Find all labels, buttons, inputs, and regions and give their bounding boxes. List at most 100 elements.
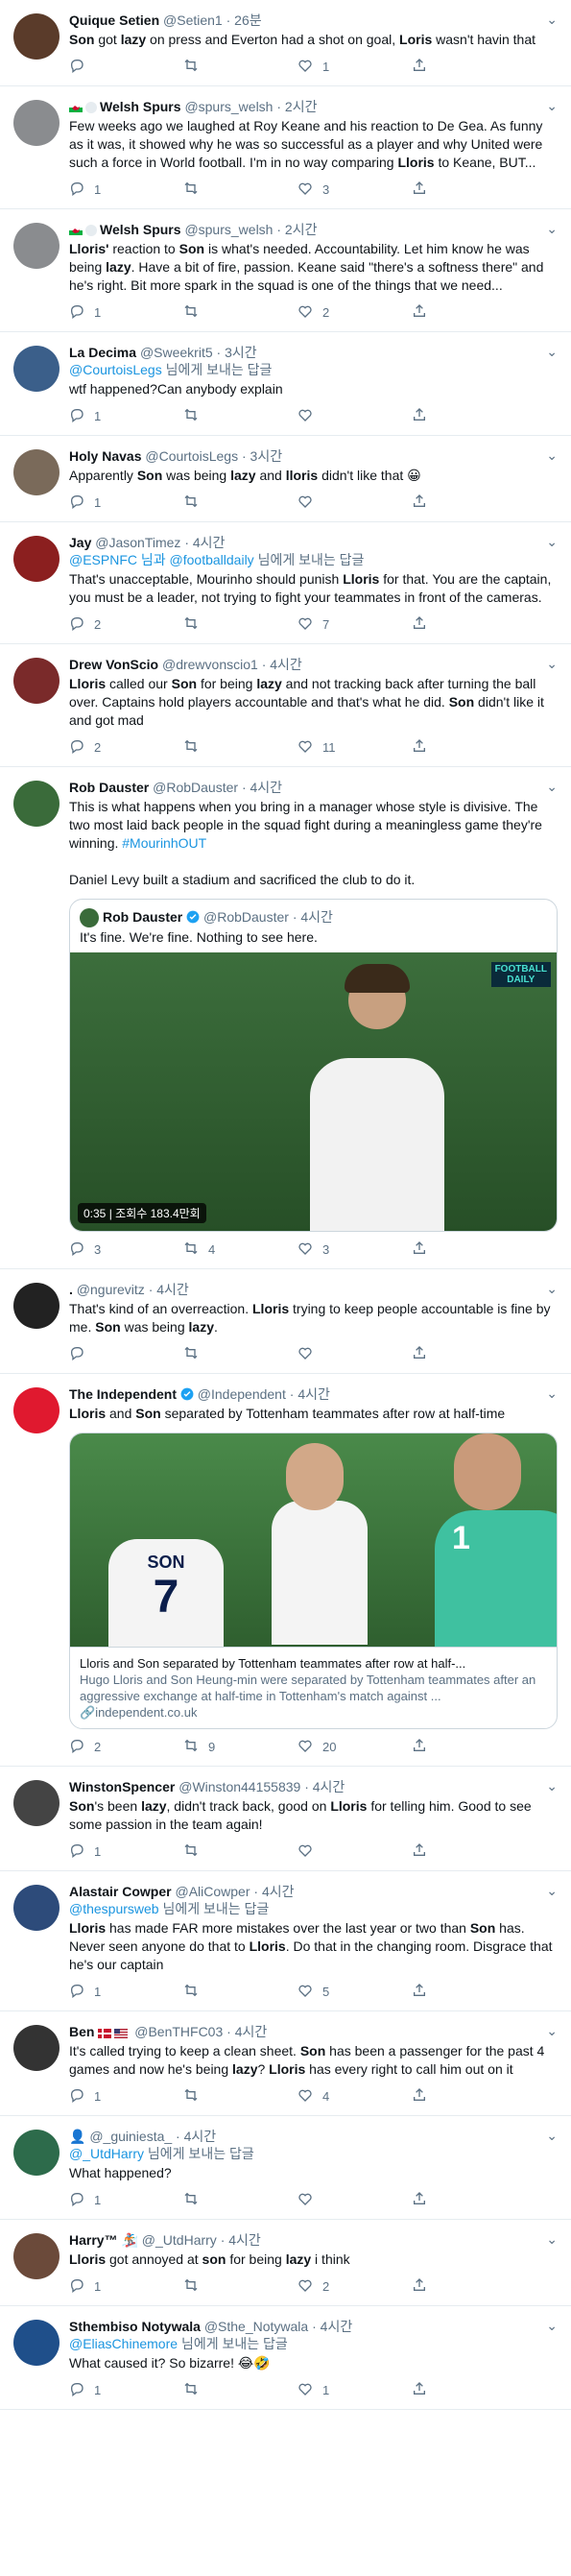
chevron-down-icon[interactable]: ⌄ — [546, 1883, 558, 1899]
user-handle[interactable]: @CourtoisLegs — [145, 448, 238, 464]
avatar[interactable] — [13, 223, 59, 269]
timestamp[interactable]: 2시간 — [285, 222, 318, 237]
retweet-button[interactable] — [183, 2381, 297, 2399]
like-button[interactable]: 7 — [297, 615, 412, 634]
avatar[interactable] — [13, 658, 59, 704]
reply-mention[interactable]: @_UtdHarry — [69, 2146, 144, 2161]
user-handle[interactable]: @Independent — [198, 1386, 286, 1402]
tweet[interactable]: ⌄ Welsh Spurs @spurs_welsh · 2시간 Few weeks… — [0, 86, 571, 209]
reply-button[interactable]: 2 — [69, 615, 183, 634]
chevron-down-icon[interactable]: ⌄ — [546, 344, 558, 360]
share-button[interactable] — [412, 1983, 526, 2001]
avatar[interactable] — [13, 2233, 59, 2280]
video-player[interactable]: FOOTBALL DAILY 0:35 | 조회수 183.4만회 — [70, 952, 557, 1232]
avatar[interactable] — [13, 536, 59, 582]
timestamp[interactable]: 4시간 — [184, 2129, 217, 2144]
tweet[interactable]: ⌄ Welsh Spurs @spurs_welsh · 2시간 Lloris' r… — [0, 209, 571, 332]
chevron-down-icon[interactable]: ⌄ — [546, 779, 558, 795]
timestamp[interactable]: 4시간 — [321, 2319, 353, 2334]
timestamp[interactable]: 3시간 — [225, 345, 257, 360]
like-button[interactable]: 3 — [297, 1240, 412, 1259]
timestamp[interactable]: 4시간 — [270, 657, 302, 672]
tweet[interactable]: ⌄ Drew VonScio @drewvonscio1 · 4시간 Lloris … — [0, 644, 571, 767]
timestamp[interactable]: 4시간 — [193, 535, 226, 550]
display-name[interactable]: La Decima — [69, 345, 136, 360]
retweet-button[interactable]: 9 — [183, 1738, 297, 1756]
avatar[interactable] — [13, 2320, 59, 2367]
like-button[interactable]: 1 — [297, 58, 412, 76]
avatar[interactable] — [13, 346, 59, 392]
retweet-button[interactable] — [183, 1983, 297, 2001]
display-name[interactable]: . — [69, 1282, 73, 1297]
display-name[interactable]: 👤 — [69, 2129, 85, 2144]
display-name[interactable]: Welsh Spurs — [100, 222, 181, 237]
user-handle[interactable]: @drewvonscio1 — [162, 657, 258, 672]
tweet[interactable]: ⌄ The Independent @Independent · 4시간 Llori… — [0, 1374, 571, 1768]
tweet[interactable]: ⌄ Ben @BenTHFC03 · 4시간 It's called trying … — [0, 2011, 571, 2117]
tweet[interactable]: ⌄ Harry™ 🏂 @_UtdHarry · 4시간 Lloris got ann… — [0, 2220, 571, 2307]
reply-button[interactable]: 1 — [69, 1842, 183, 1861]
tweet[interactable]: ⌄ 👤 @_guiniesta_ · 4시간 @_UtdHarry 님에게 보내는 … — [0, 2116, 571, 2221]
reply-button[interactable]: 1 — [69, 494, 183, 512]
share-button[interactable] — [412, 407, 526, 425]
chevron-down-icon[interactable]: ⌄ — [546, 2318, 558, 2334]
display-name[interactable]: Quique Setien — [69, 12, 159, 28]
retweet-button[interactable]: 4 — [183, 1240, 297, 1259]
user-handle[interactable]: @spurs_welsh — [184, 222, 273, 237]
user-handle[interactable]: @BenTHFC03 — [134, 2024, 223, 2039]
avatar[interactable] — [13, 13, 59, 60]
chevron-down-icon[interactable]: ⌄ — [546, 221, 558, 237]
avatar[interactable] — [13, 2025, 59, 2072]
share-button[interactable] — [412, 1240, 526, 1259]
reply-button[interactable]: 2 — [69, 738, 183, 757]
reply-button[interactable]: 1 — [69, 2381, 183, 2399]
user-handle[interactable]: @spurs_welsh — [184, 99, 273, 114]
avatar[interactable] — [13, 1283, 59, 1330]
chevron-down-icon[interactable]: ⌄ — [546, 2231, 558, 2248]
like-button[interactable] — [297, 2191, 412, 2209]
user-handle[interactable]: @AliCowper — [175, 1884, 250, 1899]
chevron-down-icon[interactable]: ⌄ — [546, 1385, 558, 1402]
like-button[interactable]: 20 — [297, 1738, 412, 1756]
display-name[interactable]: Rob Dauster — [69, 780, 149, 795]
user-handle[interactable]: @ngurevitz — [77, 1282, 145, 1297]
share-button[interactable] — [412, 615, 526, 634]
timestamp[interactable]: 4시간 — [228, 2232, 261, 2248]
share-button[interactable] — [412, 494, 526, 512]
display-name[interactable]: Harry™ 🏂 — [69, 2232, 138, 2248]
reply-button[interactable]: 1 — [69, 407, 183, 425]
like-button[interactable]: 2 — [297, 303, 412, 322]
user-handle[interactable]: @Sthe_Notywala — [204, 2319, 308, 2334]
share-button[interactable] — [412, 2381, 526, 2399]
reply-mention[interactable]: @EliasChinemore — [69, 2336, 178, 2351]
share-button[interactable] — [412, 58, 526, 76]
like-button[interactable]: 4 — [297, 2087, 412, 2106]
like-button[interactable]: 3 — [297, 181, 412, 199]
retweet-button[interactable] — [183, 1345, 297, 1363]
avatar[interactable] — [13, 781, 59, 827]
timestamp[interactable]: 4시간 — [297, 1386, 330, 1402]
display-name[interactable]: Ben — [69, 2024, 94, 2039]
retweet-button[interactable] — [183, 407, 297, 425]
reply-button[interactable]: 1 — [69, 303, 183, 322]
like-button[interactable] — [297, 1842, 412, 1861]
chevron-down-icon[interactable]: ⌄ — [546, 447, 558, 464]
chevron-down-icon[interactable]: ⌄ — [546, 12, 558, 28]
tweet[interactable]: ⌄. @ngurevitz · 4시간 That's kind of an ove… — [0, 1269, 571, 1375]
share-button[interactable] — [412, 1842, 526, 1861]
retweet-button[interactable] — [183, 494, 297, 512]
user-handle[interactable]: @Sweekrit5 — [140, 345, 213, 360]
retweet-button[interactable] — [183, 181, 297, 199]
reply-button[interactable]: 1 — [69, 2277, 183, 2296]
retweet-button[interactable] — [183, 303, 297, 322]
share-button[interactable] — [412, 2277, 526, 2296]
share-button[interactable] — [412, 181, 526, 199]
display-name[interactable]: Holy Navas — [69, 448, 141, 464]
retweet-button[interactable] — [183, 58, 297, 76]
chevron-down-icon[interactable]: ⌄ — [546, 98, 558, 114]
reply-button[interactable]: 1 — [69, 181, 183, 199]
display-name[interactable]: WinstonSpencer — [69, 1779, 175, 1794]
share-button[interactable] — [412, 2191, 526, 2209]
reply-button[interactable]: 2 — [69, 1738, 183, 1756]
reply-button[interactable]: 1 — [69, 2087, 183, 2106]
